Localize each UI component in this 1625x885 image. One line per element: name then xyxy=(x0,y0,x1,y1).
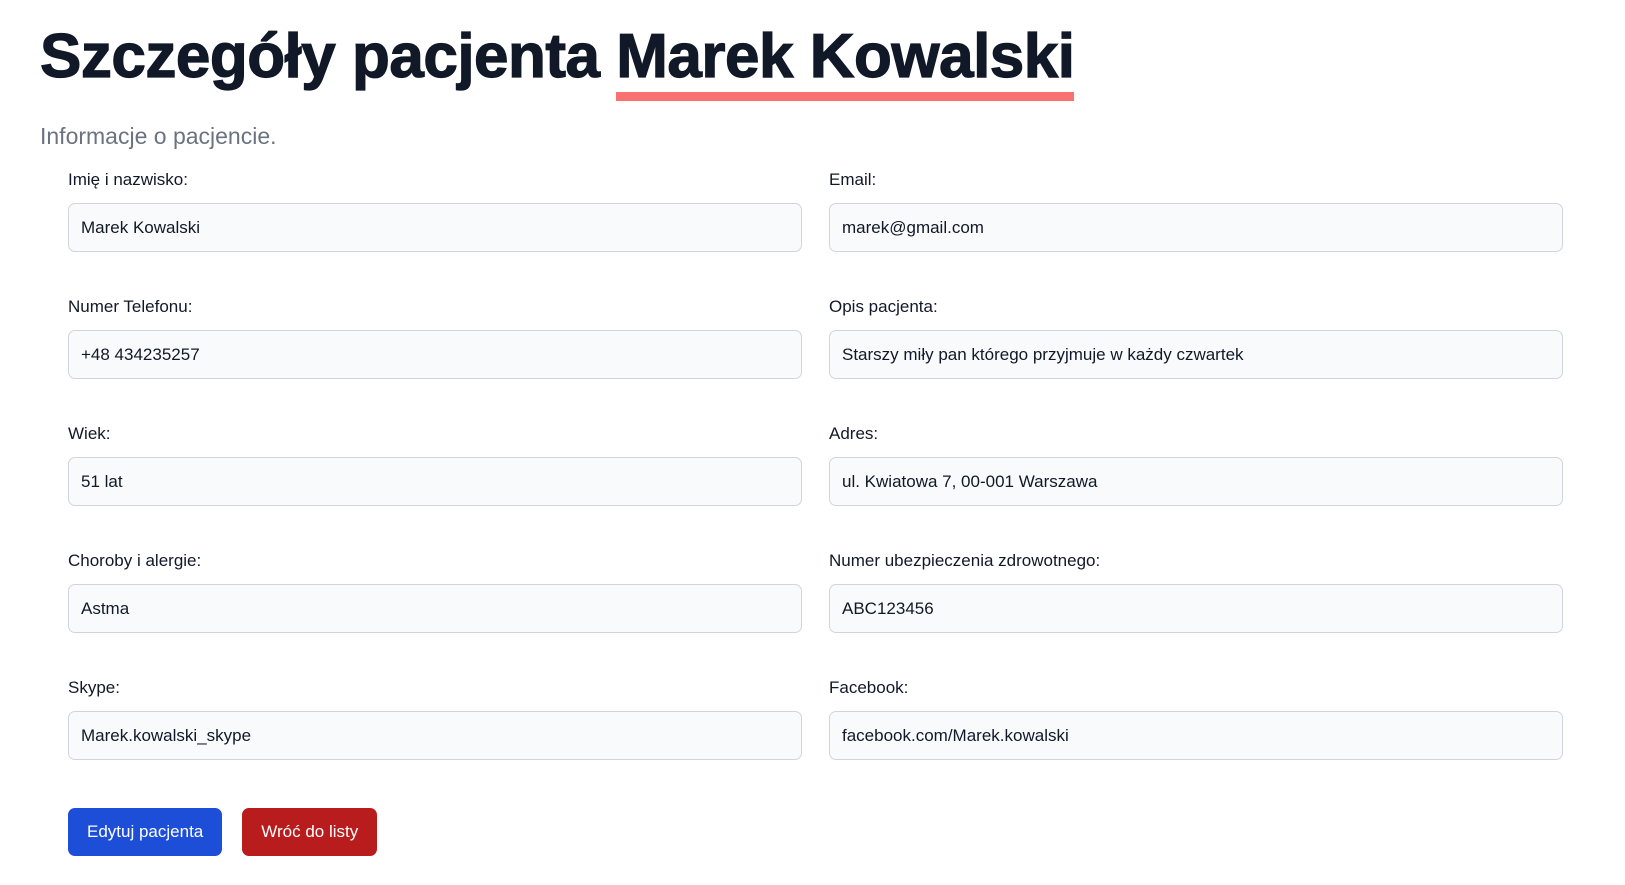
page-title-prefix: Szczegóły pacjenta xyxy=(39,22,617,91)
age-input[interactable] xyxy=(68,457,802,506)
age-label: Wiek: xyxy=(68,424,111,443)
phone-label: Numer Telefonu: xyxy=(68,297,193,316)
field-insurance: Numer ubezpieczenia zdrowotnego: xyxy=(829,551,1563,633)
phone-input[interactable] xyxy=(68,330,802,379)
insurance-input[interactable] xyxy=(829,584,1563,633)
description-label: Opis pacjenta: xyxy=(829,297,938,316)
edit-patient-button[interactable]: Edytuj pacjenta xyxy=(68,808,223,856)
field-facebook: Facebook: xyxy=(829,678,1563,760)
email-input[interactable] xyxy=(829,203,1563,252)
field-description: Opis pacjenta: xyxy=(829,297,1563,379)
page-title: Szczegóły pacjenta Marek Kowalski xyxy=(39,0,1585,101)
facebook-input[interactable] xyxy=(829,711,1563,760)
insurance-label: Numer ubezpieczenia zdrowotnego: xyxy=(829,551,1101,570)
patient-details-page: Szczegóły pacjenta Marek Kowalski Inform… xyxy=(0,0,1625,885)
address-input[interactable] xyxy=(829,457,1563,506)
field-address: Adres: xyxy=(829,424,1563,506)
address-label: Adres: xyxy=(829,424,879,443)
email-label: Email: xyxy=(829,170,877,189)
field-email: Email: xyxy=(829,170,1563,252)
skype-label: Skype: xyxy=(68,678,120,697)
full-name-label: Imię i nazwisko: xyxy=(68,170,188,189)
field-full-name: Imię i nazwisko: xyxy=(68,170,802,252)
conditions-input[interactable] xyxy=(68,584,802,633)
page-subtitle: Informacje o pacjencie. xyxy=(40,123,277,149)
back-to-list-button[interactable]: Wróć do listy xyxy=(242,808,378,856)
field-conditions: Choroby i alergie: xyxy=(68,551,802,633)
facebook-label: Facebook: xyxy=(829,678,909,697)
skype-input[interactable] xyxy=(68,711,802,760)
form-actions: Edytuj pacjenta Wróć do listy xyxy=(68,808,1585,856)
field-age: Wiek: xyxy=(68,424,802,506)
full-name-input[interactable] xyxy=(68,203,802,252)
field-phone: Numer Telefonu: xyxy=(68,297,802,379)
patient-name-highlight: Marek Kowalski xyxy=(616,25,1076,101)
conditions-label: Choroby i alergie: xyxy=(68,551,202,570)
description-input[interactable] xyxy=(829,330,1563,379)
patient-details-form: Imię i nazwisko: Email: Numer Telefonu: … xyxy=(68,170,1563,760)
field-skype: Skype: xyxy=(68,678,802,760)
